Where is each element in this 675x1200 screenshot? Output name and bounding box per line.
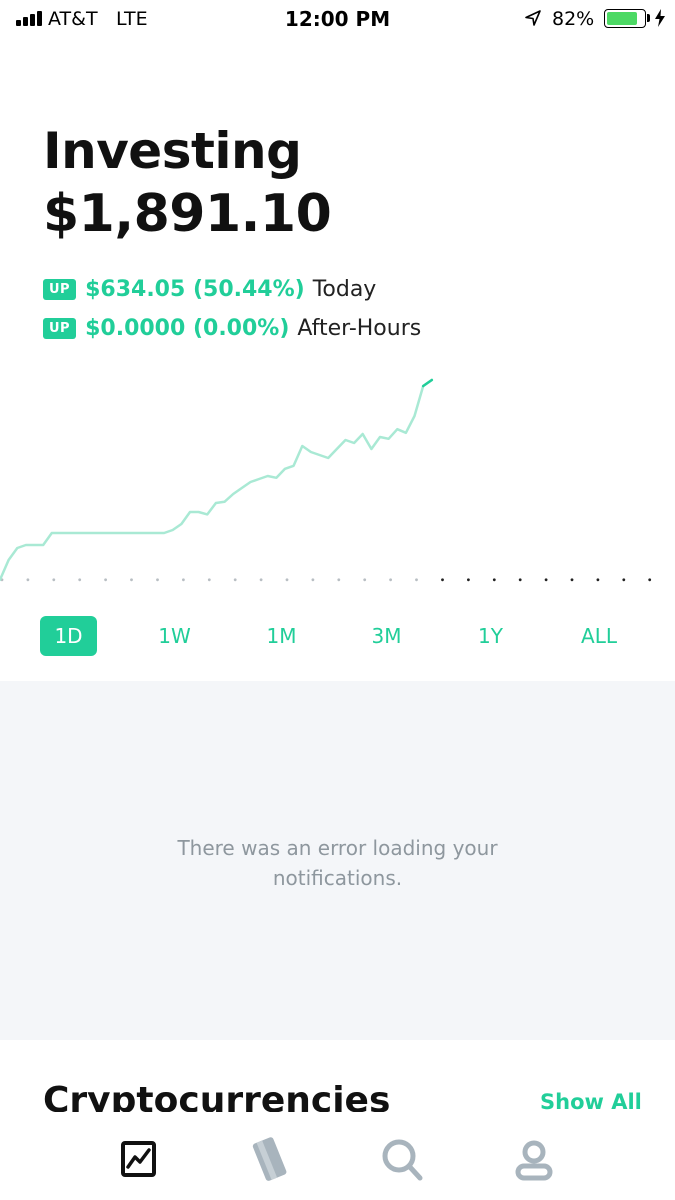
battery-icon — [604, 9, 646, 28]
baseline-dot — [311, 578, 315, 582]
time-range-tabs: 1D 1W 1M 3M 1Y ALL — [0, 616, 675, 656]
baseline-dot — [648, 578, 652, 582]
today-change-label: Today — [312, 276, 377, 302]
show-all-crypto-link[interactable]: Show All — [540, 1090, 642, 1114]
tab-1m[interactable]: 1M — [253, 616, 310, 656]
baseline-dot — [415, 578, 418, 582]
cash-card-icon[interactable] — [240, 1130, 300, 1190]
portfolio-chart-icon[interactable] — [108, 1130, 168, 1190]
baseline-dot — [130, 578, 133, 582]
location-arrow-icon — [525, 10, 541, 26]
baseline-dot — [622, 578, 626, 582]
portfolio-series-line — [0, 378, 434, 582]
baseline-dot — [596, 578, 600, 582]
baseline-dot — [207, 578, 211, 582]
baseline-dot — [285, 578, 289, 582]
tab-1d[interactable]: 1D — [40, 616, 97, 656]
baseline-dot — [389, 578, 392, 582]
error-line-1: There was an error loading your — [177, 836, 498, 860]
baseline-dot — [156, 578, 159, 582]
baseline-dot — [518, 578, 522, 582]
error-line-2: notifications. — [272, 866, 403, 890]
today-change-value: $634.05 (50.44%) — [85, 276, 305, 302]
portfolio-line-chart[interactable] — [0, 350, 675, 590]
baseline-dot — [337, 578, 341, 582]
account-icon[interactable] — [504, 1130, 564, 1190]
portfolio-value: $1,891.10 — [43, 184, 332, 244]
baseline-dot — [467, 578, 470, 582]
tab-3m[interactable]: 3M — [358, 616, 415, 656]
after-hours-change-label: After-Hours — [297, 315, 422, 341]
page-title: Investing — [43, 122, 302, 180]
after-hours-change-row: UP $0.0000 (0.00%) After-Hours — [43, 313, 421, 343]
baseline-dot — [259, 578, 263, 582]
baseline-dot — [78, 578, 82, 582]
tab-1w[interactable]: 1W — [146, 616, 203, 656]
after-hours-change-value: $0.0000 (0.00%) — [85, 315, 290, 341]
search-icon[interactable] — [372, 1130, 432, 1190]
baseline-dot — [52, 578, 56, 582]
baseline-dot — [441, 578, 444, 582]
baseline-dot — [492, 578, 496, 582]
baseline-dot — [233, 578, 237, 582]
baseline-dots — [0, 578, 652, 582]
up-badge: UP — [43, 317, 77, 339]
baseline-dot — [570, 578, 574, 582]
battery-level-fill — [607, 12, 637, 25]
notifications-error-message: There was an error loading your notifica… — [0, 833, 675, 893]
notifications-panel: There was an error loading your notifica… — [0, 681, 675, 1040]
bottom-tab-bar — [0, 1112, 675, 1200]
tab-all[interactable]: ALL — [568, 616, 630, 656]
baseline-dot — [182, 578, 185, 582]
baseline-dot — [363, 578, 367, 582]
charging-bolt-icon — [655, 9, 665, 27]
baseline-dot — [544, 578, 548, 582]
battery-tip — [647, 14, 650, 22]
tab-1y[interactable]: 1Y — [462, 616, 519, 656]
baseline-dot — [104, 578, 107, 582]
up-badge: UP — [43, 278, 77, 300]
today-change-row: UP $634.05 (50.44%) Today — [43, 274, 376, 304]
baseline-dot — [26, 578, 30, 582]
latest-price-segment — [421, 378, 434, 388]
battery-percent: 82% — [552, 8, 595, 30]
status-bar: AT&T LTE 12:00 PM 82% — [0, 0, 675, 40]
